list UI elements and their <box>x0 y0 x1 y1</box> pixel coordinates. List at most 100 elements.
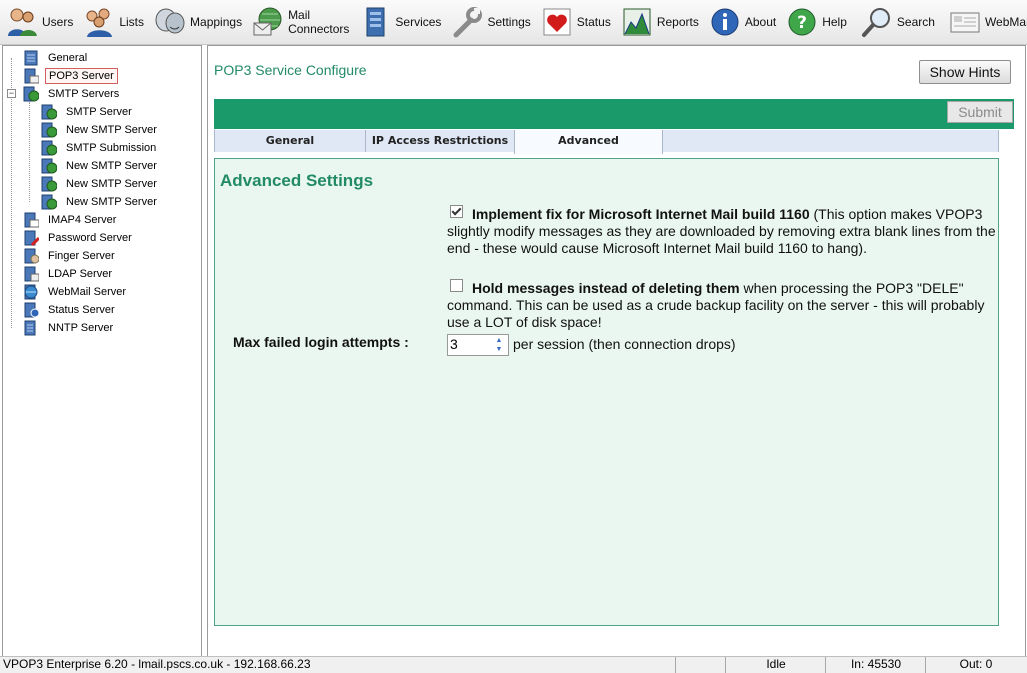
internet-mail-fix-checkbox[interactable] <box>450 205 463 218</box>
spin-down-icon[interactable]: ▼ <box>492 345 506 354</box>
tree-item-label: New SMTP Server <box>66 178 157 190</box>
service-tree: − General POP3 Server SMTP Servers SMTP … <box>2 45 202 658</box>
toolbar-label-help: Help <box>822 15 847 29</box>
smtp-server-icon <box>41 140 57 156</box>
option-title: Implement fix for Microsoft Internet Mai… <box>472 206 810 222</box>
hold-messages-checkbox[interactable] <box>450 279 463 292</box>
tree-item-password-server[interactable]: Password Server <box>23 230 135 246</box>
mappings-icon <box>154 6 186 38</box>
tree-item-new-smtp-server[interactable]: New SMTP Server <box>41 194 160 210</box>
toolbar-label-mail-connectors: Mail Connectors <box>288 8 350 36</box>
pop3-server-icon <box>23 68 39 84</box>
submit-button[interactable]: Submit <box>947 101 1013 123</box>
finger-server-icon <box>23 248 39 264</box>
option-title: Hold messages instead of deleting them <box>472 280 740 296</box>
services-icon <box>359 6 391 38</box>
tree-item-smtp-server[interactable]: SMTP Server <box>41 104 135 120</box>
toolbar-label-settings: Settings <box>487 15 531 29</box>
info-icon <box>709 6 741 38</box>
toolbar-mappings-button[interactable]: Mappings <box>148 2 246 42</box>
spin-up-icon[interactable]: ▲ <box>492 336 506 345</box>
max-failed-login-stepper[interactable]: ▲ ▼ <box>447 334 509 356</box>
tab-ip-access-restrictions[interactable]: IP Access Restrictions <box>366 130 515 152</box>
tree-item-label: New SMTP Server <box>66 124 157 136</box>
toolbar-label-reports: Reports <box>656 15 699 29</box>
toolbar-webmail-button[interactable]: WebMail <box>943 2 1027 42</box>
imap4-server-icon <box>23 212 39 228</box>
main-panel: POP3 Service Configure Show Hints Submit… <box>207 45 1026 658</box>
tree-item-label: LDAP Server <box>48 268 112 280</box>
tab-bar: General IP Access Restrictions Advanced <box>214 130 999 154</box>
stepper-arrows[interactable]: ▲ ▼ <box>492 336 506 354</box>
reports-icon <box>621 6 653 38</box>
toolbar-help-button[interactable]: ? Help <box>780 2 851 42</box>
toolbar-users-button[interactable]: Users <box>0 2 77 42</box>
toolbar-label-about: About <box>744 15 777 29</box>
help-icon: ? <box>786 6 818 38</box>
toolbar-label-webmail: WebMail <box>984 15 1027 29</box>
tab-advanced[interactable]: Advanced <box>514 130 663 154</box>
tree-item-label: POP3 Server <box>45 68 118 84</box>
option-internet-mail-fix: Implement fix for Microsoft Internet Mai… <box>447 205 997 257</box>
tree-connector <box>29 102 30 202</box>
tree-item-nntp-server[interactable]: NNTP Server <box>23 320 116 336</box>
toolbar-mail-connectors-button[interactable]: Mail Connectors <box>246 2 353 42</box>
toolbar-lists-button[interactable]: Lists <box>77 2 148 42</box>
tree-item-label: NNTP Server <box>48 322 114 334</box>
status-bytes-in: In: 45530 <box>825 657 926 673</box>
tree-item-label: IMAP4 Server <box>48 214 117 226</box>
tree-item-label: New SMTP Server <box>66 160 157 172</box>
toolbar-status-button[interactable]: Status <box>535 2 615 42</box>
toolbar-label-users: Users <box>42 15 74 29</box>
toolbar-search-button[interactable]: Search <box>855 2 939 42</box>
max-failed-login-input[interactable] <box>448 335 488 353</box>
toolbar-about-button[interactable]: About <box>703 2 780 42</box>
status-state: Idle <box>725 657 826 673</box>
tree-item-imap4-server[interactable]: IMAP4 Server <box>23 212 119 228</box>
tree-item-status-server[interactable]: Status Server <box>23 302 118 318</box>
panel-splitter[interactable] <box>202 45 206 656</box>
toolbar-label-status: Status <box>576 15 611 29</box>
tree-item-label: Finger Server <box>48 250 115 262</box>
webmail-icon <box>949 6 981 38</box>
tree-item-label: SMTP Server <box>66 106 132 118</box>
smtp-server-icon <box>41 158 57 174</box>
password-server-icon <box>23 230 39 246</box>
webmail-server-icon <box>23 284 39 300</box>
toolbar-reports-button[interactable]: Reports <box>615 2 703 42</box>
main-toolbar: Users Lists Mappings Mail Connectors Ser… <box>0 0 1027 45</box>
heart-monitor-icon <box>541 6 573 38</box>
collapse-toggle[interactable]: − <box>7 89 16 98</box>
status-server-icon <box>23 302 39 318</box>
toolbar-settings-button[interactable]: Settings <box>445 2 534 42</box>
tree-item-smtp-submission[interactable]: SMTP Submission <box>41 140 159 156</box>
tree-item-new-smtp-server[interactable]: New SMTP Server <box>41 176 160 192</box>
tree-item-new-smtp-server[interactable]: New SMTP Server <box>41 158 160 174</box>
tree-connector <box>11 58 12 328</box>
tree-item-finger-server[interactable]: Finger Server <box>23 248 118 264</box>
tree-item-new-smtp-server[interactable]: New SMTP Server <box>41 122 160 138</box>
toolbar-label-services: Services <box>395 15 442 29</box>
tree-item-label: Password Server <box>48 232 132 244</box>
toolbar-services-button[interactable]: Services <box>353 2 445 42</box>
advanced-settings-panel: Advanced Settings Implement fix for Micr… <box>214 158 999 626</box>
tree-item-pop3-server[interactable]: POP3 Server <box>23 68 118 84</box>
ldap-server-icon <box>23 266 39 282</box>
tree-item-webmail-server[interactable]: WebMail Server <box>23 284 129 300</box>
smtp-server-icon <box>41 104 57 120</box>
tree-item-ldap-server[interactable]: LDAP Server <box>23 266 115 282</box>
tab-general[interactable]: General <box>215 130 366 152</box>
status-info: VPOP3 Enterprise 6.20 - lmail.pscs.co.uk… <box>3 657 311 671</box>
smtp-server-icon <box>41 176 57 192</box>
mail-connectors-icon <box>252 6 284 38</box>
tree-item-label: WebMail Server <box>48 286 127 298</box>
tree-item-general[interactable]: General <box>23 50 90 66</box>
option-hold-messages: Hold messages instead of deleting them w… <box>447 279 997 331</box>
smtp-server-icon <box>41 122 57 138</box>
max-failed-login-suffix: per session (then connection drops) <box>513 336 736 352</box>
tree-item-smtp-servers[interactable]: SMTP Servers <box>23 86 122 102</box>
tree-item-label: New SMTP Server <box>66 196 157 208</box>
panel-title: Advanced Settings <box>220 171 374 190</box>
status-bar: VPOP3 Enterprise 6.20 - lmail.pscs.co.uk… <box>0 656 1027 673</box>
show-hints-button[interactable]: Show Hints <box>919 60 1011 84</box>
